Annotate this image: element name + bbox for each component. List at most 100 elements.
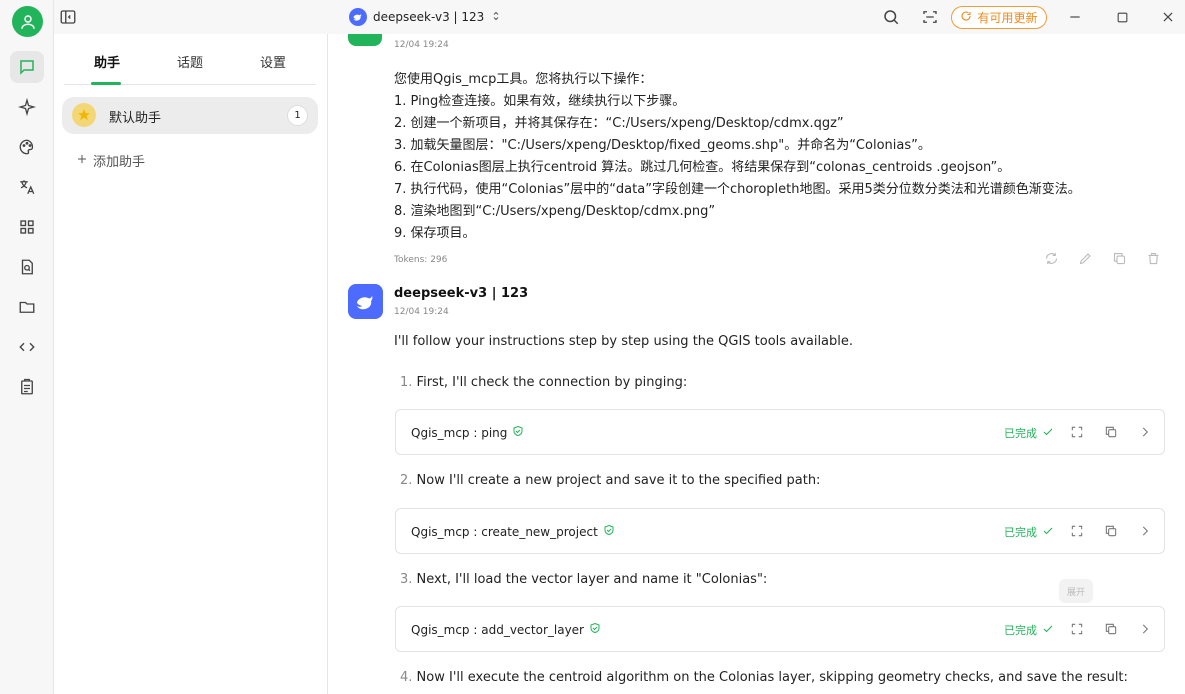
tool-call-name: Qgis_mcp : create_new_project: [411, 524, 615, 539]
user-message-line: 8. 渲染地图到“C:/Users/xpeng/Desktop/cdmx.png…: [394, 204, 716, 219]
step-item: 4. Now I'll execute the centroid algorit…: [400, 670, 1128, 685]
star-icon: [72, 103, 96, 127]
user-message-line: 1. Ping检查连接。如果有效，继续执行以下步骤。: [394, 94, 686, 109]
step-number: 3.: [400, 572, 413, 587]
chevron-right-icon[interactable]: [1137, 424, 1153, 440]
update-available-button[interactable]: 有可用更新: [951, 6, 1047, 29]
maximize-icon[interactable]: [1112, 7, 1132, 27]
apps-grid-icon[interactable]: [10, 211, 44, 243]
screen-scan-icon[interactable]: [920, 7, 940, 27]
clipboard-icon[interactable]: [10, 371, 44, 403]
left-rail: [0, 0, 54, 694]
tool-call-status: 已完成: [1004, 524, 1054, 540]
copy-icon[interactable]: [1103, 523, 1119, 539]
add-assistant-button[interactable]: 添加助手: [76, 151, 145, 170]
expand-icon[interactable]: [1069, 523, 1085, 539]
tool-call-status: 已完成: [1004, 622, 1054, 638]
assistant-name: 默认助手: [109, 111, 162, 126]
step-number: 2.: [400, 473, 413, 488]
code-icon[interactable]: [10, 331, 44, 363]
user-message-avatar: [348, 34, 382, 46]
tab-assistants[interactable]: 助手: [94, 52, 120, 71]
app-window: deepseek-v3 | 123 有可用更新 助手 话题 设置 默认助手 1 …: [0, 0, 1185, 694]
file-search-icon[interactable]: [10, 251, 44, 283]
tool-call-label: Qgis_mcp : create_new_project: [411, 524, 598, 539]
step-item: 3. Next, I'll load the vector layer and …: [400, 572, 767, 587]
shield-check-icon: [512, 425, 524, 440]
tool-status-label: 已完成: [1004, 624, 1037, 637]
tab-settings[interactable]: 设置: [260, 52, 286, 71]
assistant-intro: I'll follow your instructions step by st…: [394, 334, 854, 349]
model-title: deepseek-v3 | 123: [373, 10, 485, 24]
edit-icon[interactable]: [1077, 250, 1093, 266]
step-item: 1. First, I'll check the connection by p…: [400, 375, 687, 390]
user-message-line: 2. 创建一个新项目，并将其保存在：“C:/Users/xpeng/Deskto…: [394, 116, 844, 131]
step-number: 1.: [400, 375, 413, 390]
panel-tabs: 助手 话题 设置: [64, 34, 316, 85]
regenerate-icon[interactable]: [1043, 250, 1059, 266]
chat-area: 12/04 19:24 您使用Qgis_mcp工具。您将执行以下操作： 1. P…: [328, 34, 1185, 694]
chevron-right-icon[interactable]: [1137, 523, 1153, 539]
chat-icon[interactable]: [10, 51, 44, 83]
copy-icon[interactable]: [1103, 621, 1119, 637]
expand-icon[interactable]: [1069, 621, 1085, 637]
close-icon[interactable]: [1158, 7, 1178, 27]
step-text: First, I'll check the connection by ping…: [416, 375, 688, 390]
tool-call-name: Qgis_mcp : add_vector_layer: [411, 622, 601, 637]
assistant-item-default[interactable]: 默认助手 1: [62, 97, 318, 134]
refresh-icon: [960, 10, 972, 25]
copy-icon[interactable]: [1103, 424, 1119, 440]
user-message-line: 7. 执行代码，使用“Colonias”层中的“data”字段创建一个choro…: [394, 182, 1081, 197]
tool-call-label: Qgis_mcp : ping: [411, 425, 508, 440]
deepseek-avatar-icon: [348, 284, 383, 319]
expand-tooltip: 展开: [1059, 579, 1093, 603]
check-icon: [1042, 525, 1054, 540]
tab-topics[interactable]: 话题: [177, 52, 203, 71]
step-item: 2. Now I'll create a new project and sav…: [400, 473, 820, 488]
sparkle-icon[interactable]: [10, 91, 44, 123]
tool-call-card[interactable]: Qgis_mcp : ping 已完成: [395, 409, 1165, 455]
step-text: Now I'll execute the centroid algorithm …: [416, 670, 1128, 685]
add-assistant-label: 添加助手: [93, 155, 146, 170]
tool-call-status: 已完成: [1004, 425, 1054, 441]
delete-icon[interactable]: [1145, 250, 1161, 266]
shield-check-icon: [589, 622, 601, 637]
tool-call-card[interactable]: Qgis_mcp : add_vector_layer 已完成: [395, 606, 1165, 652]
step-text: Next, I'll load the vector layer and nam…: [416, 572, 768, 587]
model-selector[interactable]: deepseek-v3 | 123: [349, 8, 502, 26]
palette-icon[interactable]: [10, 131, 44, 163]
chevron-right-icon[interactable]: [1137, 621, 1153, 637]
folder-icon[interactable]: [10, 291, 44, 323]
user-avatar-icon[interactable]: [12, 6, 43, 37]
plus-icon: [76, 153, 88, 169]
sidebar-toggle-icon[interactable]: [59, 8, 77, 26]
expand-icon[interactable]: [1069, 424, 1085, 440]
assistant-panel: 助手 话题 设置 默认助手 1 添加助手: [54, 34, 328, 694]
title-bar: deepseek-v3 | 123 有可用更新: [54, 0, 1185, 34]
chevron-updown-icon: [490, 10, 502, 25]
token-count: Tokens: 296: [394, 255, 448, 265]
user-message-line: 您使用Qgis_mcp工具。您将执行以下操作：: [394, 72, 653, 87]
tool-status-label: 已完成: [1004, 526, 1037, 539]
check-icon: [1042, 623, 1054, 638]
user-message-line: 9. 保存项目。: [394, 226, 476, 241]
update-label: 有可用更新: [977, 11, 1038, 25]
search-icon[interactable]: [881, 7, 901, 27]
translate-icon[interactable]: [10, 171, 44, 203]
topic-count-badge: 1: [287, 105, 308, 126]
check-icon: [1042, 426, 1054, 441]
tool-call-card[interactable]: Qgis_mcp : create_new_project 已完成: [395, 508, 1165, 554]
tool-status-label: 已完成: [1004, 427, 1037, 440]
minimize-icon[interactable]: [1065, 7, 1085, 27]
step-number: 4.: [400, 670, 413, 685]
tool-call-name: Qgis_mcp : ping: [411, 425, 524, 440]
shield-check-icon: [603, 524, 615, 539]
user-message-line: 6. 在Colonias图层上执行centroid 算法。跳过几何检查。将结果保…: [394, 160, 1011, 175]
copy-icon[interactable]: [1111, 250, 1127, 266]
user-message-line: 3. 加载矢量图层："C:/Users/xpeng/Desktop/fixed_…: [394, 138, 931, 153]
assistant-message-time: 12/04 19:24: [394, 307, 449, 317]
deepseek-logo-icon: [349, 8, 367, 26]
assistant-message-name: deepseek-v3 | 123: [394, 286, 529, 301]
user-message-time: 12/04 19:24: [394, 40, 449, 50]
step-text: Now I'll create a new project and save i…: [416, 473, 821, 488]
